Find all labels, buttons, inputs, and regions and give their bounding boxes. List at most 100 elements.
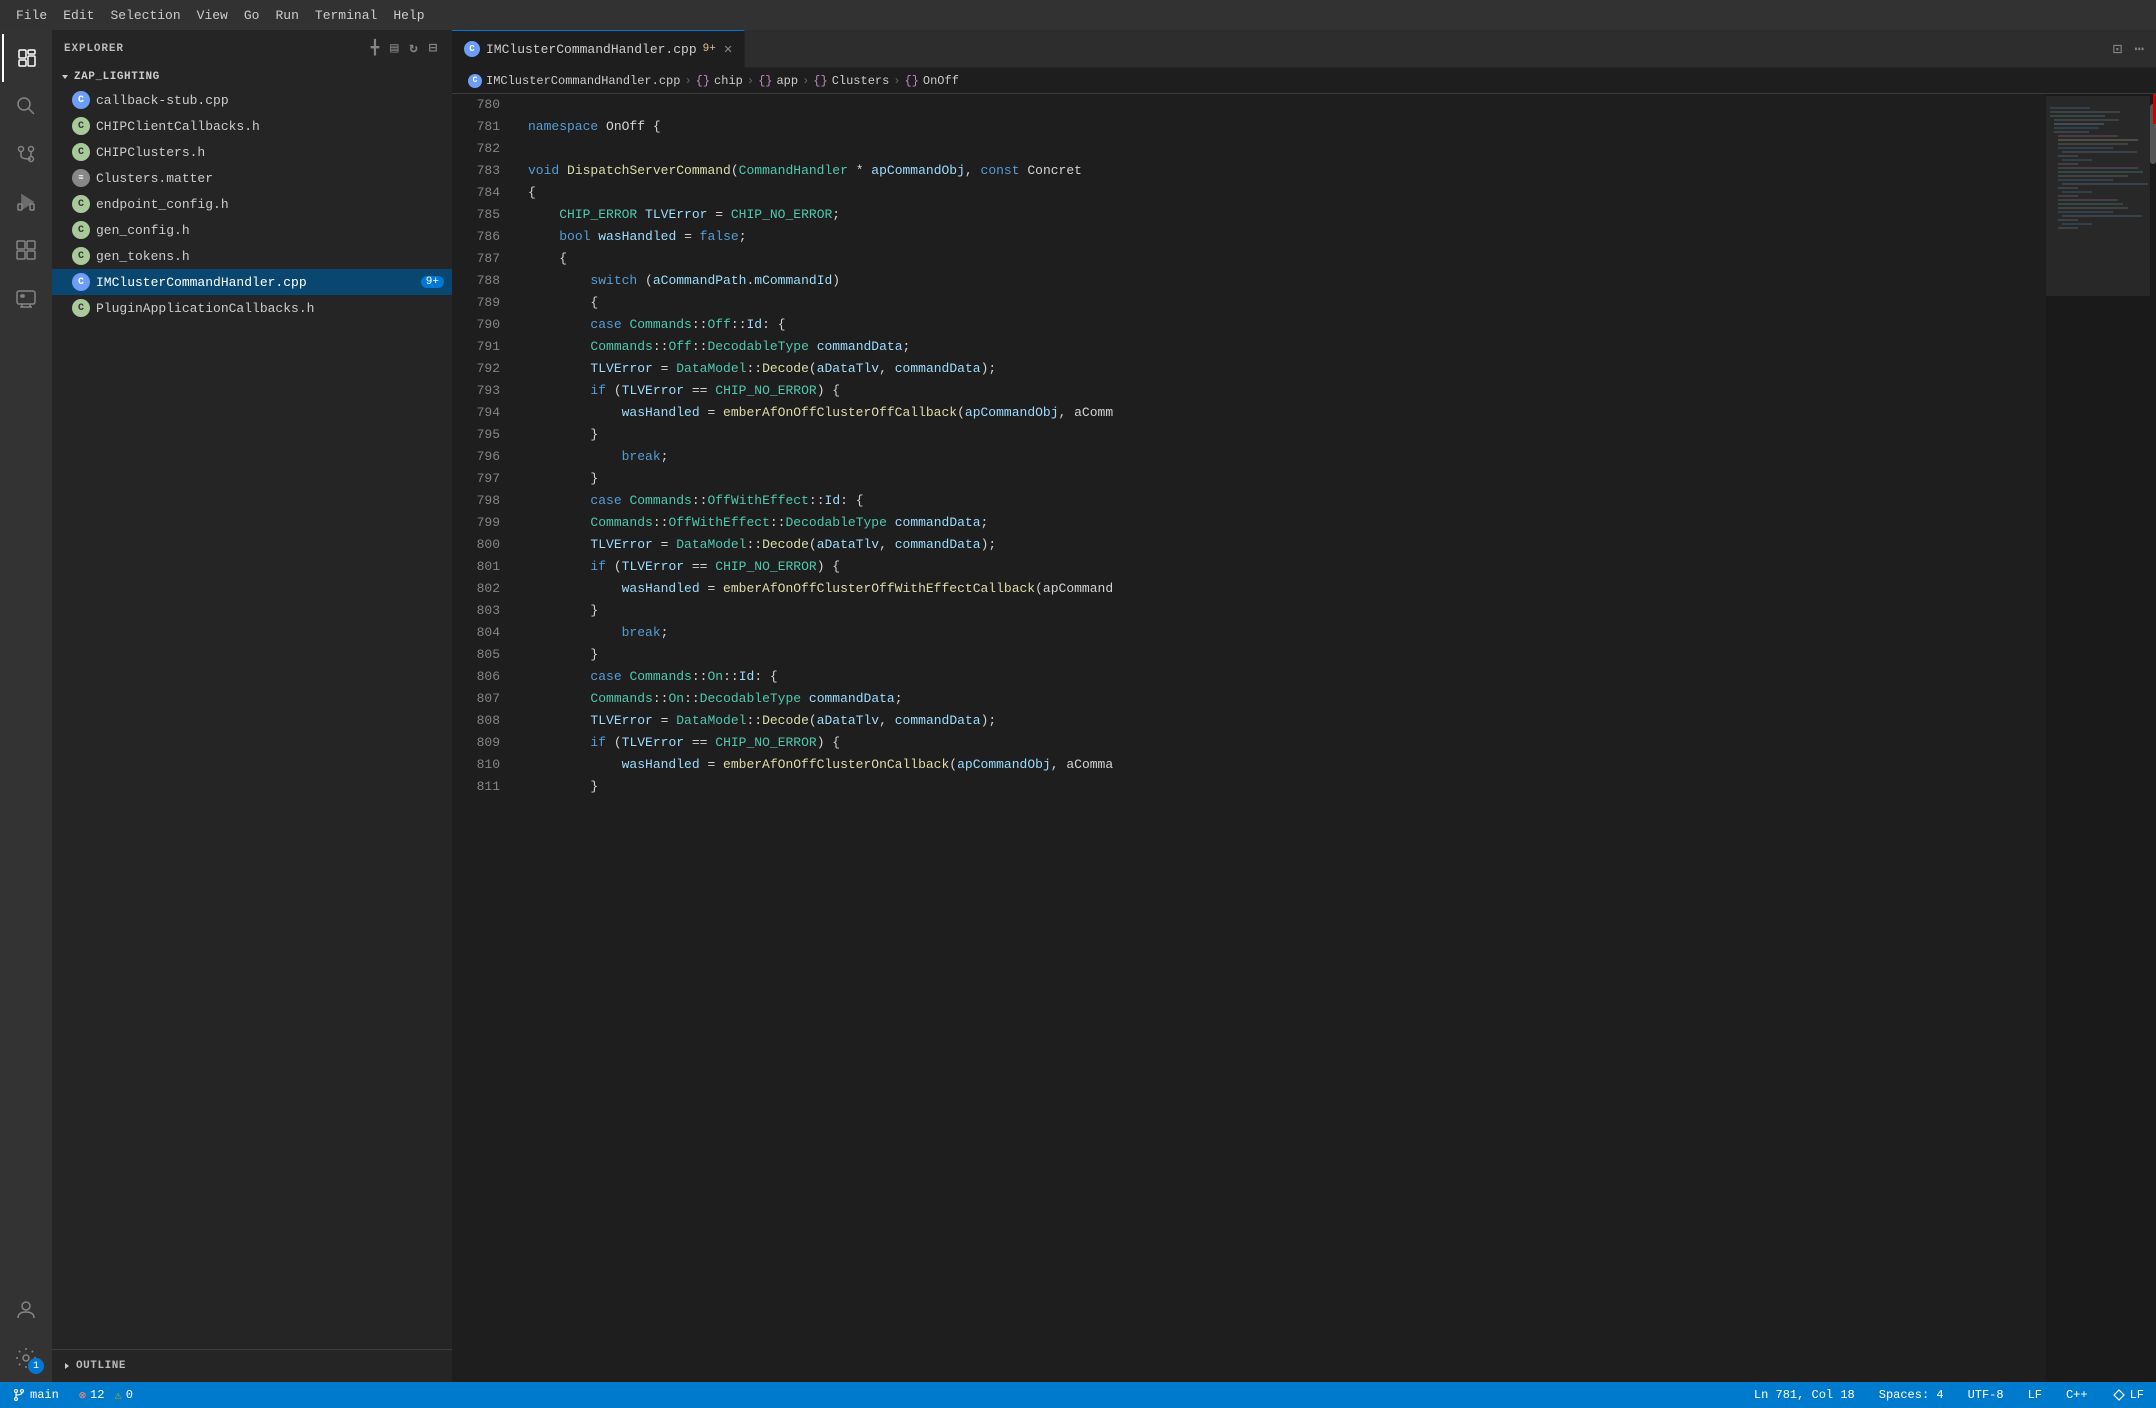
new-folder-icon[interactable]: ▤	[388, 38, 401, 59]
error-count: 12	[90, 1388, 104, 1402]
code-line-805: }	[528, 644, 2046, 666]
minimap	[2046, 94, 2156, 1382]
file-item-chipclusters[interactable]: C CHIPClusters.h	[52, 139, 452, 165]
breadcrumb-app[interactable]: app	[776, 74, 798, 88]
tab-bar: C IMClusterCommandHandler.cpp 9+ ✕ ⊡ ⋯	[452, 30, 2156, 68]
code-line-806: case Commands::On::Id: {	[528, 666, 2046, 688]
status-language[interactable]: C++	[2062, 1386, 2092, 1404]
tab-imcluster[interactable]: C IMClusterCommandHandler.cpp 9+ ✕	[452, 30, 745, 68]
branch-icon	[12, 1388, 26, 1402]
code-line-798: case Commands::OffWithEffect::Id: {	[528, 490, 2046, 512]
code-line-794: wasHandled = emberAfOnOffClusterOffCallb…	[528, 402, 2046, 424]
file-item-pluginapplication[interactable]: C PluginApplicationCallbacks.h	[52, 295, 452, 321]
menu-run[interactable]: Run	[267, 6, 306, 25]
menu-view[interactable]: View	[189, 6, 236, 25]
breadcrumb-clusters[interactable]: Clusters	[832, 74, 890, 88]
activity-settings[interactable]: 1	[2, 1334, 50, 1382]
refresh-icon[interactable]: ↻	[407, 38, 420, 59]
breadcrumb: C IMClusterCommandHandler.cpp › {} chip …	[452, 68, 2156, 94]
warning-icon: ⚠	[114, 1388, 121, 1403]
menu-edit[interactable]: Edit	[55, 6, 102, 25]
breadcrumb-sep1: ›	[684, 74, 691, 88]
menu-file[interactable]: File	[8, 6, 55, 25]
code-line-797: }	[528, 468, 2046, 490]
status-right: Ln 781, Col 18 Spaces: 4 UTF-8 LF C++ LF	[1750, 1386, 2148, 1404]
sidebar-title: EXPLORER	[64, 43, 124, 55]
breadcrumb-sep2: ›	[747, 74, 754, 88]
code-line-789: {	[528, 292, 2046, 314]
breadcrumb-sep3: ›	[802, 74, 809, 88]
line-numbers: 780 781 782 783 784 785 786 787 788 789 …	[452, 94, 512, 1382]
tab-actions: ⊡ ⋯	[2109, 37, 2156, 61]
file-item-gen-config[interactable]: C gen_config.h	[52, 217, 452, 243]
file-icon-h5: C	[72, 247, 90, 265]
activity-remote[interactable]	[2, 274, 50, 322]
status-encoding[interactable]: UTF-8	[1964, 1386, 2008, 1404]
status-position[interactable]: Ln 781, Col 18	[1750, 1386, 1859, 1404]
code-line-788: switch (aCommandPath.mCommandId)	[528, 270, 2046, 292]
code-line-786: bool wasHandled = false;	[528, 226, 2046, 248]
status-branch[interactable]: main	[8, 1386, 63, 1404]
file-badge: 9+	[421, 276, 444, 288]
file-label: callback-stub.cpp	[96, 93, 229, 108]
sidebar-header-actions: ╋ ▤ ↻ ⊟	[369, 38, 440, 59]
code-line-783: void DispatchServerCommand(CommandHandle…	[528, 160, 2046, 182]
file-label-active: IMClusterCommandHandler.cpp	[96, 275, 307, 290]
collapse-all-icon[interactable]: ⊟	[427, 38, 440, 59]
menu-selection[interactable]: Selection	[102, 6, 188, 25]
code-line-808: TLVError = DataModel::Decode(aDataTlv, c…	[528, 710, 2046, 732]
activity-run-debug[interactable]	[2, 178, 50, 226]
file-icon-matter: ≡	[72, 169, 90, 187]
outline-chevron-icon	[62, 1361, 72, 1371]
code-editor[interactable]: 780 781 782 783 784 785 786 787 788 789 …	[452, 94, 2156, 1382]
code-line-810: wasHandled = emberAfOnOffClusterOnCallba…	[528, 754, 2046, 776]
activity-search[interactable]	[2, 82, 50, 130]
breadcrumb-chip[interactable]: chip	[714, 74, 743, 88]
menu-go[interactable]: Go	[236, 6, 268, 25]
split-editor-icon[interactable]: ⊡	[2109, 37, 2127, 61]
menu-bar: File Edit Selection View Go Run Terminal…	[0, 0, 2156, 30]
menu-help[interactable]: Help	[385, 6, 432, 25]
outline-section[interactable]: OUTLINE	[60, 1356, 444, 1376]
activity-source-control[interactable]	[2, 130, 50, 178]
status-errors[interactable]: ⊗ 12 ⚠ 0	[75, 1386, 137, 1405]
file-icon-h6: C	[72, 299, 90, 317]
activity-extensions[interactable]	[2, 226, 50, 274]
status-spaces[interactable]: Spaces: 4	[1875, 1386, 1948, 1404]
tab-close-button[interactable]: ✕	[724, 41, 732, 58]
tab-file-icon: C	[464, 41, 480, 57]
code-line-804: break;	[528, 622, 2046, 644]
menu-terminal[interactable]: Terminal	[307, 6, 385, 25]
new-file-icon[interactable]: ╋	[369, 38, 382, 59]
file-icon-h3: C	[72, 195, 90, 213]
file-item-endpoint-config[interactable]: C endpoint_config.h	[52, 191, 452, 217]
status-remote[interactable]: LF	[2108, 1386, 2148, 1404]
code-line-793: if (TLVError == CHIP_NO_ERROR) {	[528, 380, 2046, 402]
code-line-780	[528, 94, 2046, 116]
outline-label: OUTLINE	[76, 1360, 126, 1372]
file-label: Clusters.matter	[96, 171, 213, 186]
workspace-section[interactable]: ZAP_LIGHTING	[52, 67, 452, 87]
activity-account[interactable]	[2, 1286, 50, 1334]
breadcrumb-filename[interactable]: IMClusterCommandHandler.cpp	[486, 74, 680, 88]
tab-badge: 9+	[703, 43, 716, 55]
code-content[interactable]: namespace OnOff { void DispatchServerCom…	[512, 94, 2046, 1382]
file-item-gen-tokens[interactable]: C gen_tokens.h	[52, 243, 452, 269]
code-line-787: {	[528, 248, 2046, 270]
more-actions-icon[interactable]: ⋯	[2130, 37, 2148, 61]
file-item-callback-stub[interactable]: C callback-stub.cpp	[52, 87, 452, 113]
file-item-chipclientcallbacks[interactable]: C CHIPClientCallbacks.h	[52, 113, 452, 139]
file-icon-cpp2: C	[72, 273, 90, 291]
file-item-imcluster[interactable]: C IMClusterCommandHandler.cpp 9+	[52, 269, 452, 295]
tab-filename: IMClusterCommandHandler.cpp	[486, 42, 697, 57]
breadcrumb-onoff[interactable]: OnOff	[923, 74, 959, 88]
file-item-clusters-matter[interactable]: ≡ Clusters.matter	[52, 165, 452, 191]
breadcrumb-braces4: {}	[905, 74, 919, 88]
status-line-ending[interactable]: LF	[2024, 1386, 2046, 1404]
error-icon: ⊗	[79, 1388, 86, 1403]
file-label: gen_tokens.h	[96, 249, 190, 264]
code-line-795: }	[528, 424, 2046, 446]
file-label: CHIPClusters.h	[96, 145, 205, 160]
file-tree: C callback-stub.cpp C CHIPClientCallback…	[52, 87, 452, 1349]
activity-explorer[interactable]	[2, 34, 50, 82]
